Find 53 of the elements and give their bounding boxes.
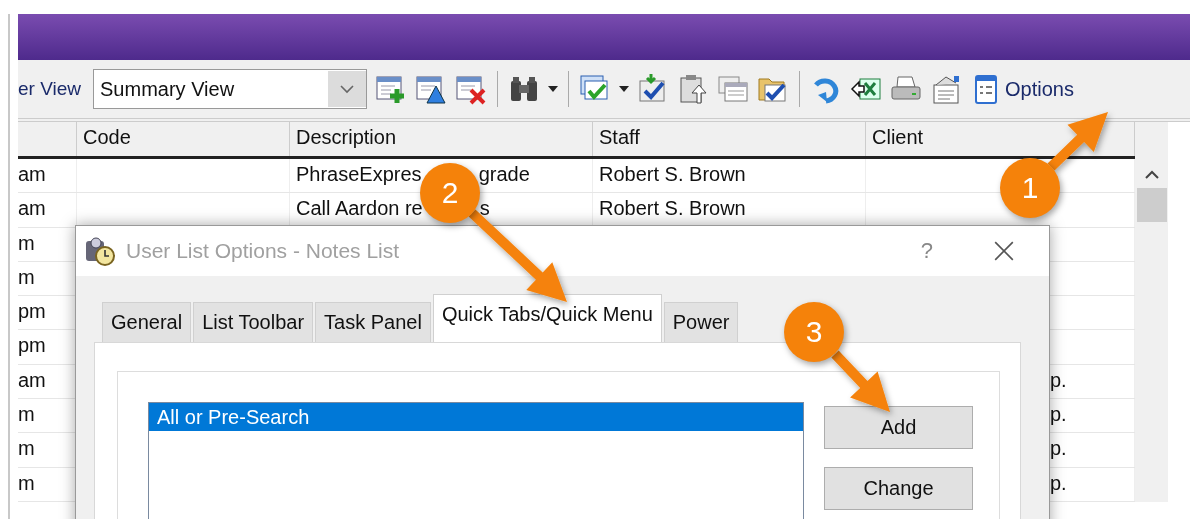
tab[interactable]: Quick Tabs/Quick Menu: [432, 294, 662, 342]
table-cell: p.: [1050, 437, 1067, 460]
close-icon[interactable]: [993, 240, 1015, 262]
dialog-title: User List Options - Notes List: [126, 239, 401, 263]
step-number-badge: 1: [1000, 158, 1060, 218]
tab[interactable]: Task Panel: [315, 302, 431, 342]
table-cell-text: Call Aardon re: [296, 197, 423, 222]
edit-view-icon[interactable]: [415, 73, 447, 105]
table-cell: pm: [18, 334, 46, 357]
scrollbar[interactable]: [1135, 122, 1168, 502]
table-cell: p.: [1050, 471, 1067, 494]
add-view-icon[interactable]: [375, 73, 407, 105]
chevron-down-icon: [339, 84, 355, 94]
table-cell: p.: [1050, 403, 1067, 426]
table-cell: m: [18, 231, 35, 254]
tab[interactable]: General: [102, 302, 192, 342]
table-cell-text: PhraseExpres: [296, 163, 422, 187]
column-header[interactable]: Code: [77, 122, 290, 156]
list-item[interactable]: All or Pre-Search: [149, 403, 803, 431]
tab[interactable]: List Toolbar: [193, 302, 314, 342]
caret-icon[interactable]: [548, 86, 558, 92]
clock-app-icon: [84, 235, 116, 267]
column-header[interactable]: Description: [290, 122, 593, 156]
clipboard-upload-icon[interactable]: [677, 73, 709, 105]
table-cell: m: [18, 471, 35, 494]
table-cell-text: grade: [478, 163, 530, 187]
table-cell-text: s: [479, 197, 490, 222]
caret-icon[interactable]: [619, 86, 629, 92]
table-cell: am: [18, 163, 46, 185]
table-cell: Robert S. Brown: [599, 163, 746, 185]
table-cell: p.: [1050, 368, 1067, 391]
delete-view-icon[interactable]: [455, 73, 487, 105]
properties-icon[interactable]: [930, 73, 962, 105]
scrollbar-thumb[interactable]: [1136, 188, 1167, 222]
table-cell: Robert S. Brown: [599, 197, 746, 220]
table-cell: m: [18, 403, 35, 426]
callout-arrow: [1047, 112, 1108, 171]
table-cell: am: [18, 197, 46, 220]
chevron-up-icon[interactable]: [1143, 170, 1160, 180]
change-button[interactable]: Change: [824, 467, 973, 510]
column-header[interactable]: Staff: [593, 122, 866, 156]
table-cell: m: [18, 437, 35, 460]
table-cell: pm: [18, 300, 46, 323]
callout-arrow: [831, 350, 890, 412]
list-box[interactable]: All or Pre-Search: [148, 402, 804, 519]
table-cell: m: [18, 265, 35, 288]
tab[interactable]: Power: [663, 302, 739, 342]
view-dropdown[interactable]: Summary View: [93, 69, 367, 109]
options-button[interactable]: Options: [970, 73, 1074, 105]
view-label: er View: [18, 78, 81, 100]
help-button[interactable]: ?: [920, 238, 933, 264]
add-button[interactable]: Add: [824, 406, 973, 449]
table-cell: am: [18, 368, 46, 391]
